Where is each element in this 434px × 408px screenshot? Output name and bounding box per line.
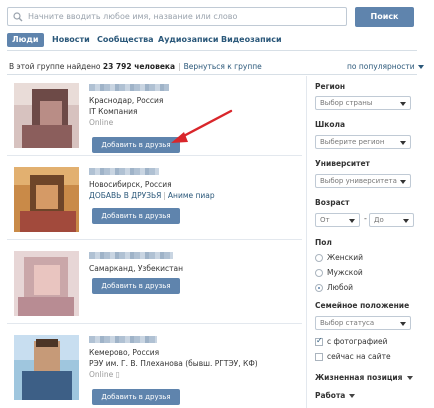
- summary-prefix: В этой группе найдено: [9, 62, 101, 71]
- online-label: Online: [89, 370, 114, 379]
- search-placeholder: Начните вводить любое имя, название или …: [28, 12, 238, 21]
- life-position-label: Жизненная позиция: [315, 373, 403, 382]
- sex-option-label: Мужской: [327, 268, 363, 277]
- chevron-down-icon: [400, 180, 406, 184]
- work-toggle[interactable]: Работа: [315, 391, 356, 400]
- add-friend-button[interactable]: Добавить в друзья: [92, 137, 180, 153]
- life-position-toggle[interactable]: Жизненная позиция: [315, 373, 413, 382]
- add-friend-button[interactable]: Добавить в друзья: [92, 208, 180, 224]
- tab-audio[interactable]: Аудиозаписи: [158, 33, 219, 47]
- user-education: РЭУ им. Г. В. Плеханова (бывш. РГТЭУ, КФ…: [89, 359, 258, 368]
- search-icon: [13, 12, 23, 22]
- avatar[interactable]: [14, 251, 79, 316]
- user-name-blurred[interactable]: [89, 84, 169, 91]
- filter-marital-title: Семейное положение: [315, 301, 410, 310]
- age-from-value: От: [320, 216, 330, 224]
- sort-label: по популярности: [347, 62, 415, 71]
- user-link-anime[interactable]: Аниме пиар: [168, 191, 215, 200]
- results-summary: В этой группе найдено 23 792 человека | Ве…: [9, 62, 262, 71]
- summary-separator: |: [178, 62, 181, 71]
- search-input[interactable]: Начните вводить любое имя, название или …: [7, 7, 347, 26]
- search-button[interactable]: Поиск: [355, 7, 414, 27]
- user-links: ДОБАВЬ В ДРУЗЬЯ | Аниме пиар: [89, 191, 215, 200]
- results-list: Краснодар, Россия IT Компания Online Доб…: [7, 76, 302, 408]
- user-location: Самарканд, Узбекистан: [89, 264, 184, 273]
- sex-option-female[interactable]: Женский: [315, 253, 363, 262]
- filter-school-title: Школа: [315, 120, 346, 129]
- tab-people[interactable]: Люди: [7, 33, 44, 47]
- chevron-down-icon: [400, 322, 406, 326]
- sex-option-label: Женский: [327, 253, 363, 262]
- sex-option-male[interactable]: Мужской: [315, 268, 363, 277]
- chevron-down-icon: [403, 219, 409, 223]
- radio-icon: [315, 269, 323, 277]
- list-item: Самарканд, Узбекистан Добавить в друзья: [7, 244, 302, 324]
- with-photo-label: с фотографией: [327, 337, 388, 346]
- online-status: Online: [89, 118, 114, 127]
- add-friend-button[interactable]: Добавить в друзья: [92, 389, 180, 405]
- user-name-blurred[interactable]: [89, 336, 157, 343]
- filter-university-title: Университет: [315, 159, 370, 168]
- university-select[interactable]: Выбор университета: [315, 174, 411, 188]
- user-location: Кемерово, Россия: [89, 348, 160, 357]
- summary-count: 23 792 человека: [102, 62, 176, 71]
- online-status: Online ▯: [89, 370, 120, 379]
- chevron-down-icon: [417, 65, 424, 69]
- work-label: Работа: [315, 391, 346, 400]
- tab-communities[interactable]: Сообщества: [97, 33, 154, 47]
- user-link-add[interactable]: ДОБАВЬ В ДРУЗЬЯ: [89, 191, 161, 200]
- marital-select-value: Выбор статуса: [320, 319, 375, 327]
- back-to-group-link[interactable]: Вернуться к группе: [184, 62, 262, 71]
- age-from-select[interactable]: От: [315, 213, 360, 227]
- checkbox-icon: [315, 353, 323, 361]
- age-dash: -: [364, 214, 367, 223]
- radio-selected-icon: [315, 284, 323, 292]
- school-select[interactable]: Выберите регион: [315, 135, 411, 149]
- university-select-value: Выбор университета: [320, 177, 397, 185]
- school-select-value: Выберите регион: [320, 138, 385, 146]
- user-workplace: IT Компания: [89, 107, 138, 116]
- list-item: Новосибирск, Россия ДОБАВЬ В ДРУЗЬЯ | Аним…: [7, 160, 302, 240]
- avatar[interactable]: [14, 83, 79, 148]
- online-now-label: сейчас на сайте: [327, 352, 391, 361]
- user-name-blurred[interactable]: [89, 252, 173, 259]
- user-location: Краснодар, Россия: [89, 96, 164, 105]
- add-friend-button[interactable]: Добавить в друзья: [92, 278, 180, 294]
- tab-news[interactable]: Новости: [52, 33, 90, 47]
- sort-dropdown[interactable]: по популярности: [347, 62, 424, 71]
- radio-icon: [315, 254, 323, 262]
- marital-select[interactable]: Выбор статуса: [315, 316, 411, 330]
- filters-sidebar: Регион Выбор страны Школа Выберите регио…: [306, 76, 417, 408]
- chevron-down-icon: [400, 141, 406, 145]
- avatar[interactable]: [14, 167, 79, 232]
- list-item: Краснодар, Россия IT Компания Online Доб…: [7, 76, 302, 156]
- chevron-down-icon: [400, 102, 406, 106]
- online-now-checkbox[interactable]: сейчас на сайте: [315, 352, 391, 361]
- mobile-icon: ▯: [115, 370, 120, 379]
- annotation-arrow-icon: [171, 109, 233, 143]
- tab-video[interactable]: Видеозаписи: [221, 33, 282, 47]
- user-name-blurred[interactable]: [89, 168, 159, 175]
- filter-sex-title: Пол: [315, 238, 332, 247]
- avatar[interactable]: [14, 335, 79, 400]
- region-select[interactable]: Выбор страны: [315, 96, 411, 110]
- user-link-separator: |: [163, 191, 166, 200]
- sex-option-any[interactable]: Любой: [315, 283, 353, 292]
- filter-region-title: Регион: [315, 82, 346, 91]
- summary-divider: [7, 74, 417, 75]
- user-location: Новосибирск, Россия: [89, 180, 172, 189]
- sex-option-label: Любой: [327, 283, 354, 292]
- tabs-divider: [7, 50, 417, 51]
- filter-age-title: Возраст: [315, 198, 350, 207]
- chevron-down-icon: [349, 394, 356, 398]
- chevron-down-icon: [406, 376, 413, 380]
- age-to-value: До: [374, 216, 384, 224]
- checkbox-checked-icon: [315, 336, 323, 346]
- chevron-down-icon: [349, 219, 355, 223]
- age-to-select[interactable]: До: [369, 213, 414, 227]
- list-item: Кемерово, Россия РЭУ им. Г. В. Плеханова…: [7, 328, 302, 408]
- with-photo-checkbox[interactable]: с фотографией: [315, 336, 388, 346]
- region-select-value: Выбор страны: [320, 99, 373, 107]
